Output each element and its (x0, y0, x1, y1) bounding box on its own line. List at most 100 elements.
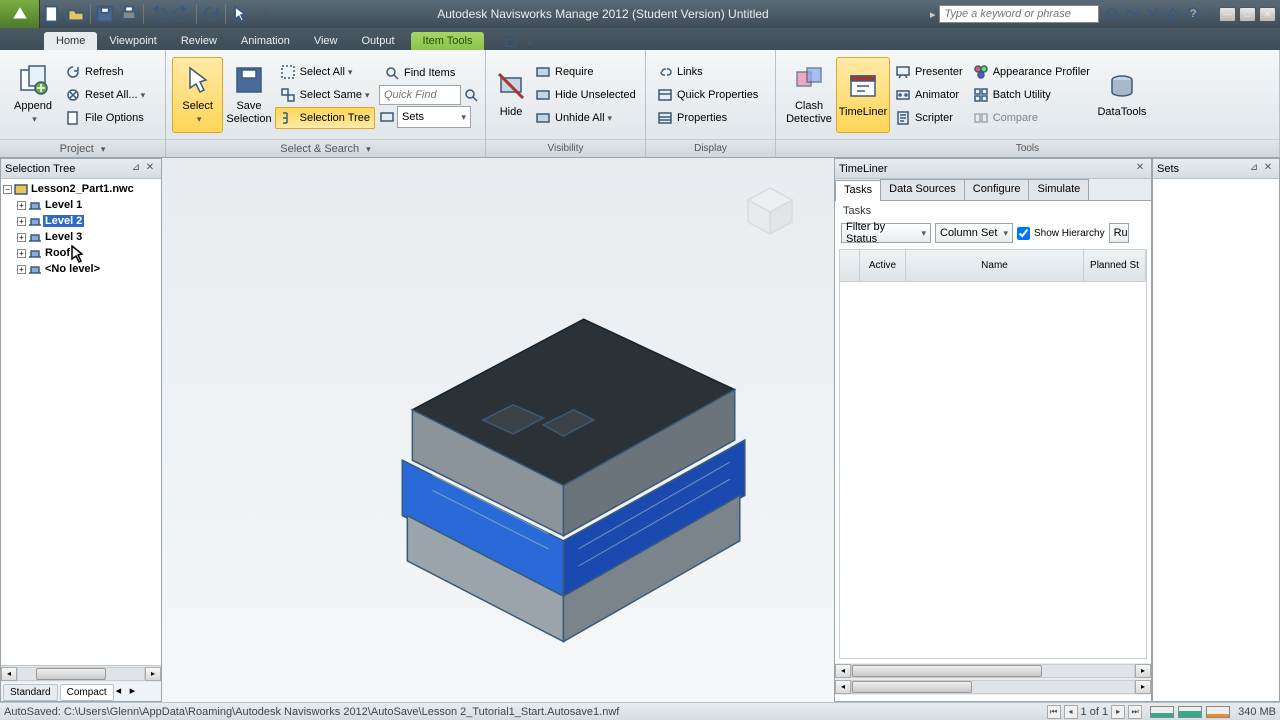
hide-label: Hide (500, 106, 523, 118)
select-all-button[interactable]: Select All (275, 61, 375, 83)
reset-all-button[interactable]: Reset All... (60, 84, 150, 106)
sets-label: Sets (402, 111, 424, 123)
help-dropdown-icon[interactable] (1205, 8, 1213, 20)
tl-hscroll-2[interactable]: ◂▸ (835, 679, 1151, 695)
tl-show-hierarchy-check[interactable] (1017, 227, 1030, 240)
app-menu-button[interactable] (0, 0, 40, 28)
page-last-icon[interactable]: ⏭ (1128, 705, 1142, 719)
tl-rules-button[interactable]: Ru (1109, 223, 1129, 243)
tl-tab-datasources[interactable]: Data Sources (880, 179, 965, 200)
minimize-button[interactable]: — (1219, 7, 1236, 22)
qat-new-icon[interactable] (42, 4, 62, 24)
cursor-icon (71, 245, 87, 265)
page-prev-icon[interactable]: ◂ (1064, 705, 1078, 719)
favorite-icon[interactable] (1165, 6, 1181, 22)
tab-animation[interactable]: Animation (229, 32, 302, 50)
selection-tree-button[interactable]: Selection Tree (275, 107, 375, 129)
unhide-all-label: Unhide All (555, 112, 605, 124)
tree-hscroll[interactable]: ◂▸ (1, 666, 161, 682)
require-button[interactable]: Require (530, 61, 641, 83)
tl-col-name[interactable]: Name (906, 250, 1084, 281)
unhide-all-button[interactable]: Unhide All (530, 107, 641, 129)
tree-tab-standard[interactable]: Standard (3, 684, 58, 701)
tab-home[interactable]: Home (44, 32, 97, 50)
find-items-button[interactable]: Find Items (379, 62, 479, 84)
select-same-button[interactable]: Select Same (275, 84, 375, 106)
compare-button: Compare (968, 107, 1095, 129)
datatools-label: DataTools (1097, 106, 1146, 118)
search-icon[interactable] (1105, 6, 1121, 22)
exchange-icon[interactable] (1145, 6, 1161, 22)
panel-close-icon[interactable]: ✕ (143, 162, 157, 176)
tl-col-active[interactable]: Active (860, 250, 906, 281)
tab-extra-icon[interactable] (504, 36, 518, 50)
properties-button[interactable]: Properties (652, 107, 763, 129)
tl-tab-simulate[interactable]: Simulate (1028, 179, 1089, 200)
file-options-button[interactable]: File Options (60, 107, 150, 129)
tab-extra-dd-icon[interactable] (524, 37, 532, 49)
qat-print-icon[interactable] (119, 4, 139, 24)
meter-2 (1178, 706, 1202, 718)
tab-review[interactable]: Review (169, 32, 229, 50)
links-button[interactable]: Links (652, 61, 763, 83)
quick-find-go-icon[interactable] (463, 87, 479, 103)
qat-pointer-icon[interactable] (230, 4, 250, 24)
animator-button[interactable]: Animator (890, 84, 968, 106)
timeliner-button[interactable]: TimeLiner (836, 57, 890, 133)
sets-combo[interactable]: Sets (397, 106, 471, 128)
save-selection-button[interactable]: Save Selection (223, 57, 274, 133)
presenter-button[interactable]: Presenter (890, 61, 968, 83)
appearance-profiler-label: Appearance Profiler (993, 66, 1090, 78)
qat-refresh-icon[interactable] (201, 4, 221, 24)
quick-find-input[interactable] (379, 85, 461, 105)
page-next-icon[interactable]: ▸ (1111, 705, 1125, 719)
batch-utility-button[interactable]: Batch Utility (968, 84, 1095, 106)
hide-unselected-button[interactable]: Hide Unselected (530, 84, 641, 106)
find-items-label: Find Items (404, 67, 455, 79)
tl-task-grid[interactable]: Active Name Planned St (839, 249, 1147, 659)
select-button[interactable]: Select (172, 57, 223, 133)
tl-tab-configure[interactable]: Configure (964, 179, 1030, 200)
tl-hscroll-1[interactable]: ◂▸ (835, 663, 1151, 679)
tree-tab-compact[interactable]: Compact (60, 684, 114, 701)
appearance-profiler-button[interactable]: Appearance Profiler (968, 61, 1095, 83)
quick-properties-button[interactable]: Quick Properties (652, 84, 763, 106)
3d-viewport[interactable] (162, 158, 834, 702)
qat-customize-icon[interactable] (254, 4, 274, 24)
qat-save-icon[interactable] (95, 4, 115, 24)
tab-viewpoint[interactable]: Viewpoint (97, 32, 169, 50)
qat-redo-icon[interactable] (172, 4, 192, 24)
tab-item-tools[interactable]: Item Tools (411, 32, 485, 50)
sets-autohide-icon[interactable]: ⊿ (1247, 162, 1261, 176)
close-button[interactable]: ✕ (1259, 7, 1276, 22)
tab-output[interactable]: Output (350, 32, 407, 50)
help-icon[interactable]: ? (1185, 6, 1201, 22)
tree-node-level3[interactable]: + Level 3 (3, 229, 159, 245)
viewcube-icon[interactable] (736, 178, 804, 246)
tree-root[interactable]: − Lesson2_Part1.nwc (3, 181, 159, 197)
append-button[interactable]: Append (6, 57, 60, 133)
key-icon[interactable] (1125, 6, 1141, 22)
qat-undo-icon[interactable] (148, 4, 168, 24)
tl-tab-tasks[interactable]: Tasks (835, 180, 881, 201)
tl-columnset-combo[interactable]: Column Set (935, 223, 1013, 243)
tree-node-level2[interactable]: + Level 2 (3, 213, 159, 229)
hide-button[interactable]: Hide (492, 57, 530, 133)
sets-close-icon[interactable]: ✕ (1261, 162, 1275, 176)
tl-col-planned[interactable]: Planned St (1084, 250, 1146, 281)
infocenter-search[interactable] (939, 5, 1099, 23)
tree-node-level1[interactable]: + Level 1 (3, 197, 159, 213)
maximize-button[interactable]: □ (1239, 7, 1256, 22)
qat-open-icon[interactable] (66, 4, 86, 24)
refresh-button[interactable]: Refresh (60, 61, 150, 83)
require-label: Require (555, 66, 594, 78)
tab-view[interactable]: View (302, 32, 350, 50)
scripter-button[interactable]: Scripter (890, 107, 968, 129)
datatools-button[interactable]: DataTools (1095, 57, 1149, 133)
quick-properties-label: Quick Properties (677, 89, 758, 101)
panel-autohide-icon[interactable]: ⊿ (129, 162, 143, 176)
page-first-icon[interactable]: ⏮ (1047, 705, 1061, 719)
clash-detective-button[interactable]: Clash Detective (782, 57, 836, 133)
tl-filter-combo[interactable]: Filter by Status (841, 223, 931, 243)
tl-close-icon[interactable]: ✕ (1133, 162, 1147, 176)
